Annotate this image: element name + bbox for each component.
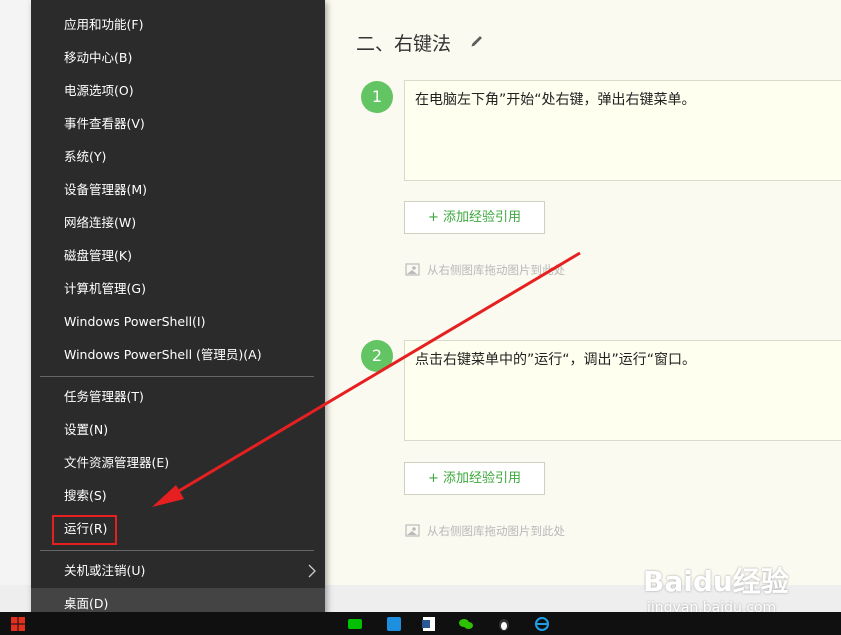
drag-hint-label: 从右侧图库拖动图片到此处 xyxy=(427,263,565,277)
drag-image-hint-2: 从右侧图库拖动图片到此处 xyxy=(405,523,565,539)
menu-item-network-connections[interactable]: 网络连接(W) xyxy=(64,213,136,233)
step-text-box-2[interactable]: 点击右键菜单中的”运行“，调出”运行“窗口。 xyxy=(404,340,841,441)
app-icon[interactable] xyxy=(386,616,402,632)
start-icon[interactable] xyxy=(10,616,26,632)
menu-item-system[interactable]: 系统(Y) xyxy=(64,147,106,167)
image-icon xyxy=(405,263,420,276)
drag-image-hint-1: 从右侧图库拖动图片到此处 xyxy=(405,262,565,278)
step-text-box-1[interactable]: 在电脑左下角”开始“处右键，弹出右键菜单。 xyxy=(404,80,841,181)
menu-item-desktop[interactable]: 桌面(D) xyxy=(64,594,108,614)
menu-item-task-manager[interactable]: 任务管理器(T) xyxy=(64,387,144,407)
background-window-edge xyxy=(0,0,30,585)
word-icon[interactable] xyxy=(421,616,437,632)
menu-item-file-explorer[interactable]: 文件资源管理器(E) xyxy=(64,453,169,473)
drag-hint-label: 从右侧图库拖动图片到此处 xyxy=(427,524,565,538)
menu-item-computer-management[interactable]: 计算机管理(G) xyxy=(64,279,146,299)
menu-item-search[interactable]: 搜索(S) xyxy=(64,486,107,506)
menu-item-mobility-center[interactable]: 移动中心(B) xyxy=(64,48,132,68)
menu-item-device-manager[interactable]: 设备管理器(M) xyxy=(64,180,147,200)
menu-item-shutdown[interactable]: 关机或注销(U) xyxy=(64,561,145,581)
menu-item-apps-features[interactable]: 应用和功能(F) xyxy=(64,15,143,35)
menu-item-disk-management[interactable]: 磁盘管理(K) xyxy=(64,246,132,266)
menu-item-powershell-admin[interactable]: Windows PowerShell (管理员)(A) xyxy=(64,345,262,365)
image-icon xyxy=(405,524,420,537)
winx-context-menu: 应用和功能(F) 移动中心(B) 电源选项(O) 事件查看器(V) 系统(Y) … xyxy=(31,0,325,620)
baidu-watermark: Baidu经验 jingyan.baidu.com xyxy=(643,560,789,616)
chevron-right-icon xyxy=(308,564,316,578)
pencil-icon[interactable] xyxy=(470,33,484,47)
watermark-logo: Baidu经验 xyxy=(643,565,789,598)
menu-item-power-options[interactable]: 电源选项(O) xyxy=(64,81,134,101)
menu-item-settings[interactable]: 设置(N) xyxy=(64,420,108,440)
add-reference-button-1[interactable]: + 添加经验引用 xyxy=(404,201,545,234)
menu-separator xyxy=(40,550,314,551)
menu-separator xyxy=(40,376,314,377)
iqiyi-icon[interactable] xyxy=(347,616,363,632)
run-highlight-box xyxy=(52,515,117,545)
penguin-icon[interactable] xyxy=(496,616,512,632)
step-number-1: 1 xyxy=(361,81,393,113)
menu-item-event-viewer[interactable]: 事件查看器(V) xyxy=(64,114,145,134)
step-number-2: 2 xyxy=(361,340,393,372)
menu-item-powershell[interactable]: Windows PowerShell(I) xyxy=(64,312,206,332)
page-title: 二、右键法 xyxy=(356,33,452,55)
add-reference-button-2[interactable]: + 添加经验引用 xyxy=(404,462,545,495)
wechat-icon[interactable] xyxy=(458,616,474,632)
taskbar xyxy=(0,612,841,635)
ie-icon[interactable] xyxy=(534,616,550,632)
